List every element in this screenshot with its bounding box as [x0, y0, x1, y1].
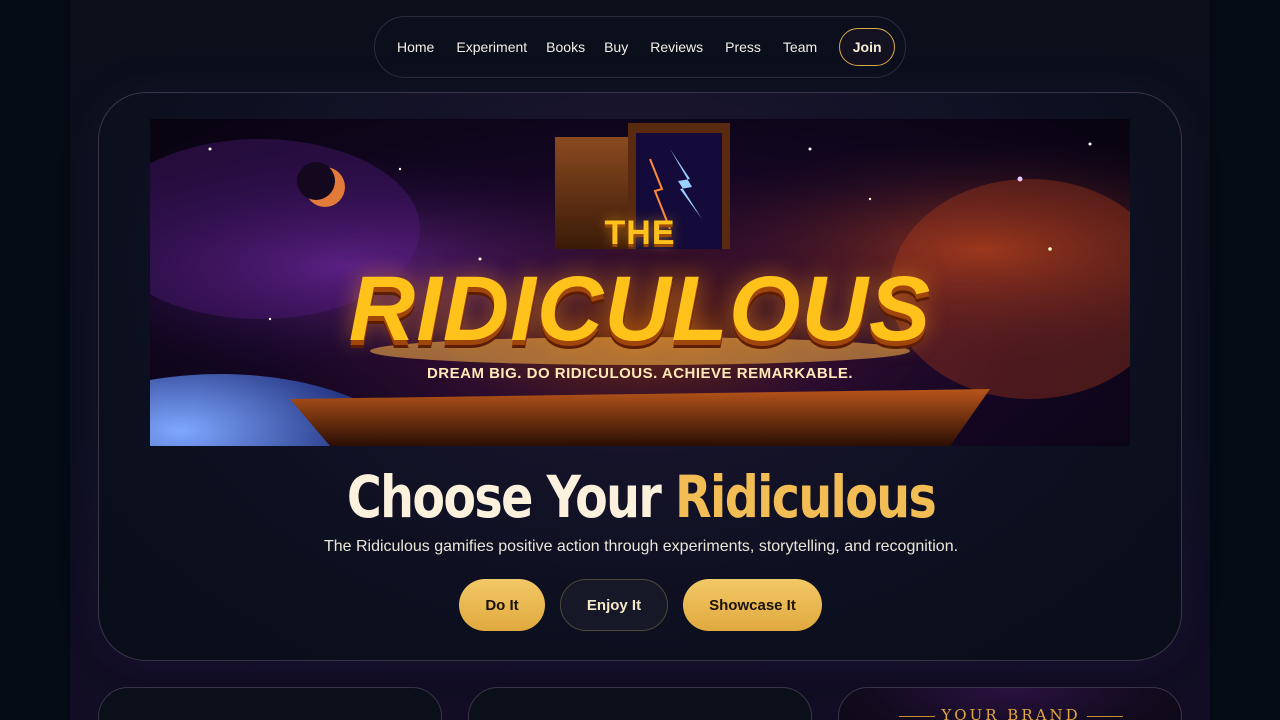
headline-main: Choose Your	[346, 463, 676, 531]
hero-card: THE RIDICULOUS DREAM BIG. DO RIDICULOUS.…	[98, 92, 1182, 661]
enjoy-it-button[interactable]: Enjoy It	[560, 579, 668, 631]
brand-card-label: YOUR BRAND	[839, 706, 1181, 720]
nav-buy-link[interactable]: Buy	[604, 39, 628, 55]
nav-team-link[interactable]: Team	[783, 39, 817, 55]
feature-card-1	[98, 687, 442, 720]
hero-subtitle: The Ridiculous gamifies positive action …	[323, 538, 959, 555]
hero-banner-image: THE RIDICULOUS DREAM BIG. DO RIDICULOUS.…	[150, 119, 1130, 446]
feature-card-2	[468, 687, 812, 720]
nav-books-link[interactable]: Books	[546, 39, 585, 55]
banner-the-text: THE	[604, 214, 676, 252]
join-button[interactable]: Join	[839, 28, 896, 66]
main-nav: Home Experiment Books Buy Reviews Press …	[374, 16, 906, 78]
feature-card-brand: YOUR BRAND	[838, 687, 1182, 720]
nav-reviews-link[interactable]: Reviews	[650, 39, 703, 55]
banner-tagline: DREAM BIG. DO RIDICULOUS. ACHIEVE REMARK…	[426, 365, 854, 382]
do-it-button[interactable]: Do It	[459, 579, 545, 631]
showcase-it-button[interactable]: Showcase It	[683, 579, 822, 631]
nav-home-link[interactable]: Home	[397, 39, 434, 55]
nav-press-link[interactable]: Press	[725, 39, 761, 55]
page-title: Choose Your Ridiculous	[197, 463, 1086, 531]
banner-title-text: RIDICULOUS	[348, 258, 932, 360]
nav-experiment-link[interactable]: Experiment	[456, 39, 527, 55]
headline-accent: Ridiculous	[675, 463, 937, 531]
